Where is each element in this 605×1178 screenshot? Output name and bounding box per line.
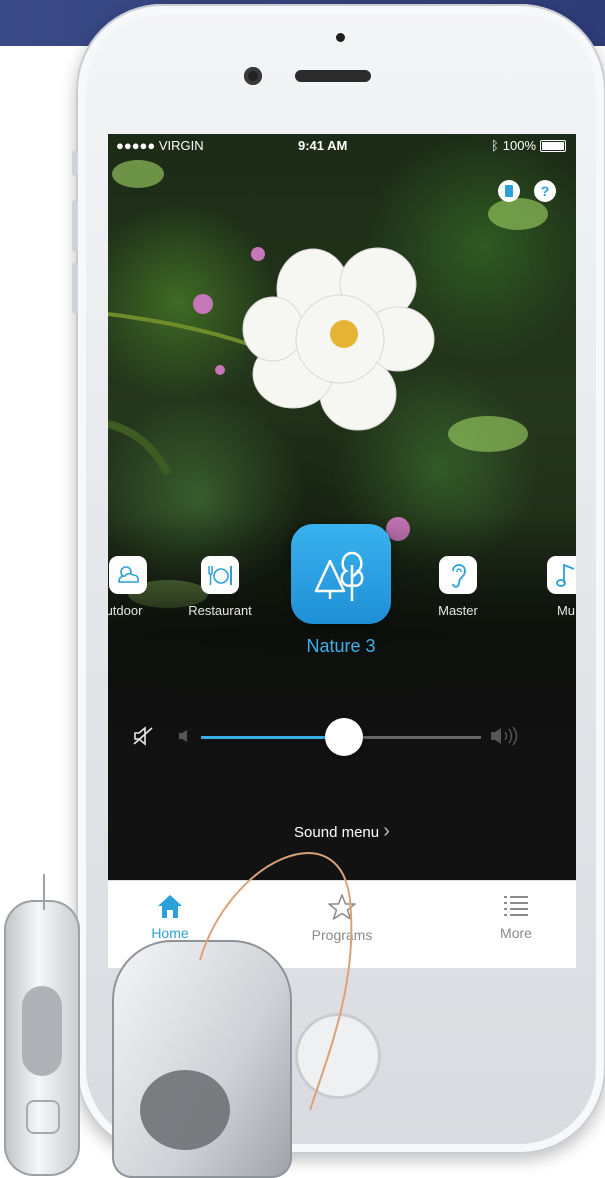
music-note-icon (547, 556, 576, 594)
program-nature-3-selected[interactable] (291, 524, 391, 624)
program-label-selected: Nature 3 (306, 636, 376, 656)
program-outdoor[interactable]: utdoor (108, 556, 158, 618)
volume-high-icon (490, 726, 520, 751)
mute-switch[interactable] (72, 150, 78, 176)
program-label: utdoor (108, 603, 143, 618)
program-music[interactable]: Mu (536, 556, 576, 618)
program-restaurant[interactable]: Restaurant (180, 556, 260, 618)
bluetooth-icon: ᛒ (490, 138, 499, 153)
tab-more-label: More (500, 925, 532, 941)
list-icon (504, 896, 528, 916)
volume-slider-knob[interactable] (324, 718, 363, 756)
hearing-aid-wire (199, 852, 353, 1111)
ear-icon (439, 556, 477, 594)
front-camera (244, 67, 262, 85)
clock: 9:41 AM (298, 138, 348, 153)
hearing-aid-antenna (43, 874, 45, 910)
battery-percent: 100% (502, 138, 536, 153)
volume-up-button[interactable] (72, 200, 78, 252)
carrier-label: ●●●●● VIRGIN (116, 138, 204, 153)
earpiece-speaker (295, 70, 371, 82)
program-label: Master (438, 603, 478, 618)
chevron-right-icon: › (383, 820, 390, 842)
program-label: Restaurant (188, 603, 252, 618)
tab-more[interactable]: More (446, 893, 576, 941)
restaurant-icon (201, 556, 239, 594)
help-button[interactable]: ? (534, 180, 556, 202)
hearing-aid-receiver (4, 900, 80, 1176)
status-bar: ●●●●● VIRGIN 9:41 AM ᛒ 100% (108, 134, 576, 156)
program-label: Mu (556, 603, 576, 618)
volume-slider-fill (201, 736, 344, 739)
cloud-sun-icon (109, 556, 147, 594)
tab-home-label: Home (151, 925, 189, 941)
proximity-sensor (336, 33, 345, 42)
battery-icon (505, 185, 513, 197)
program-master[interactable]: Master (428, 556, 488, 618)
mute-icon[interactable] (132, 726, 154, 751)
volume-down-button[interactable] (72, 262, 78, 314)
trees-icon (314, 551, 364, 601)
home-icon (158, 895, 182, 918)
volume-low-icon (178, 729, 190, 748)
help-icon: ? (540, 183, 550, 199)
status-right: ᛒ 100% (491, 138, 566, 153)
battery-icon (540, 139, 566, 152)
battery-status-button[interactable] (498, 180, 520, 202)
